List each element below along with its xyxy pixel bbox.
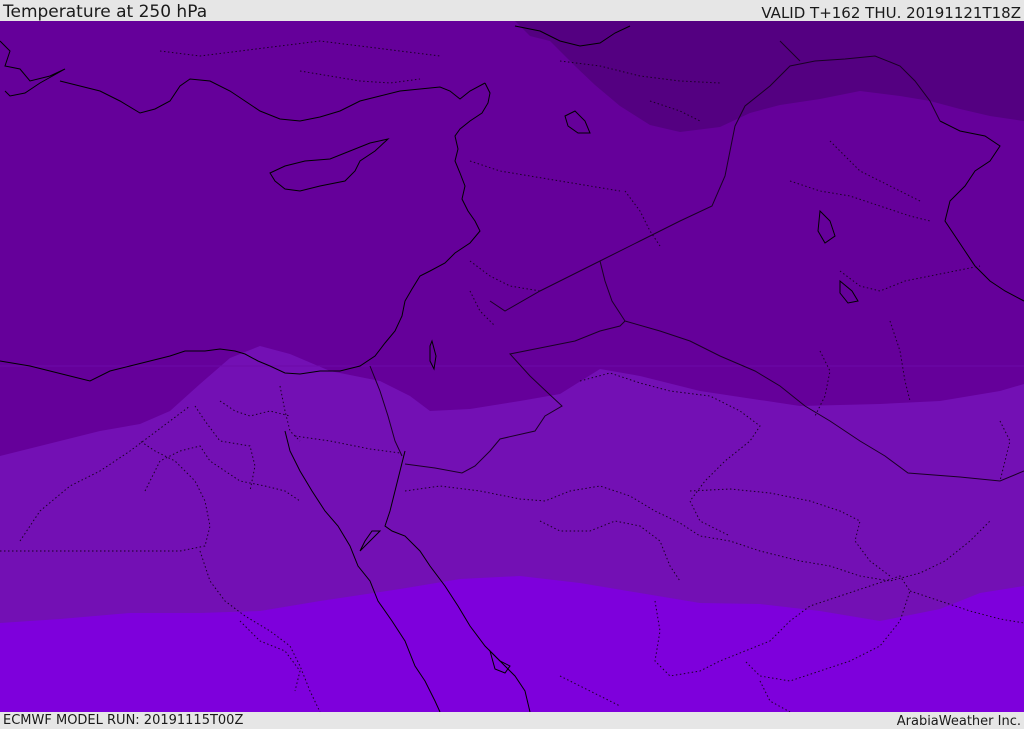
credit-label: ArabiaWeather Inc. — [896, 714, 1021, 729]
map-window: Temperature at 250 hPa VALID T+162 THU. … — [0, 0, 1024, 729]
map-title: Temperature at 250 hPa — [3, 2, 208, 22]
footer-bar: ECMWF MODEL RUN: 20191115T00Z ArabiaWeat… — [0, 712, 1024, 729]
model-run-label: ECMWF MODEL RUN: 20191115T00Z — [3, 713, 244, 728]
weather-map[interactable] — [0, 21, 1024, 712]
header-bar: Temperature at 250 hPa VALID T+162 THU. … — [0, 0, 1024, 21]
temperature-map-svg — [0, 21, 1024, 712]
valid-time: VALID T+162 THU. 20191121T18Z — [761, 4, 1021, 22]
